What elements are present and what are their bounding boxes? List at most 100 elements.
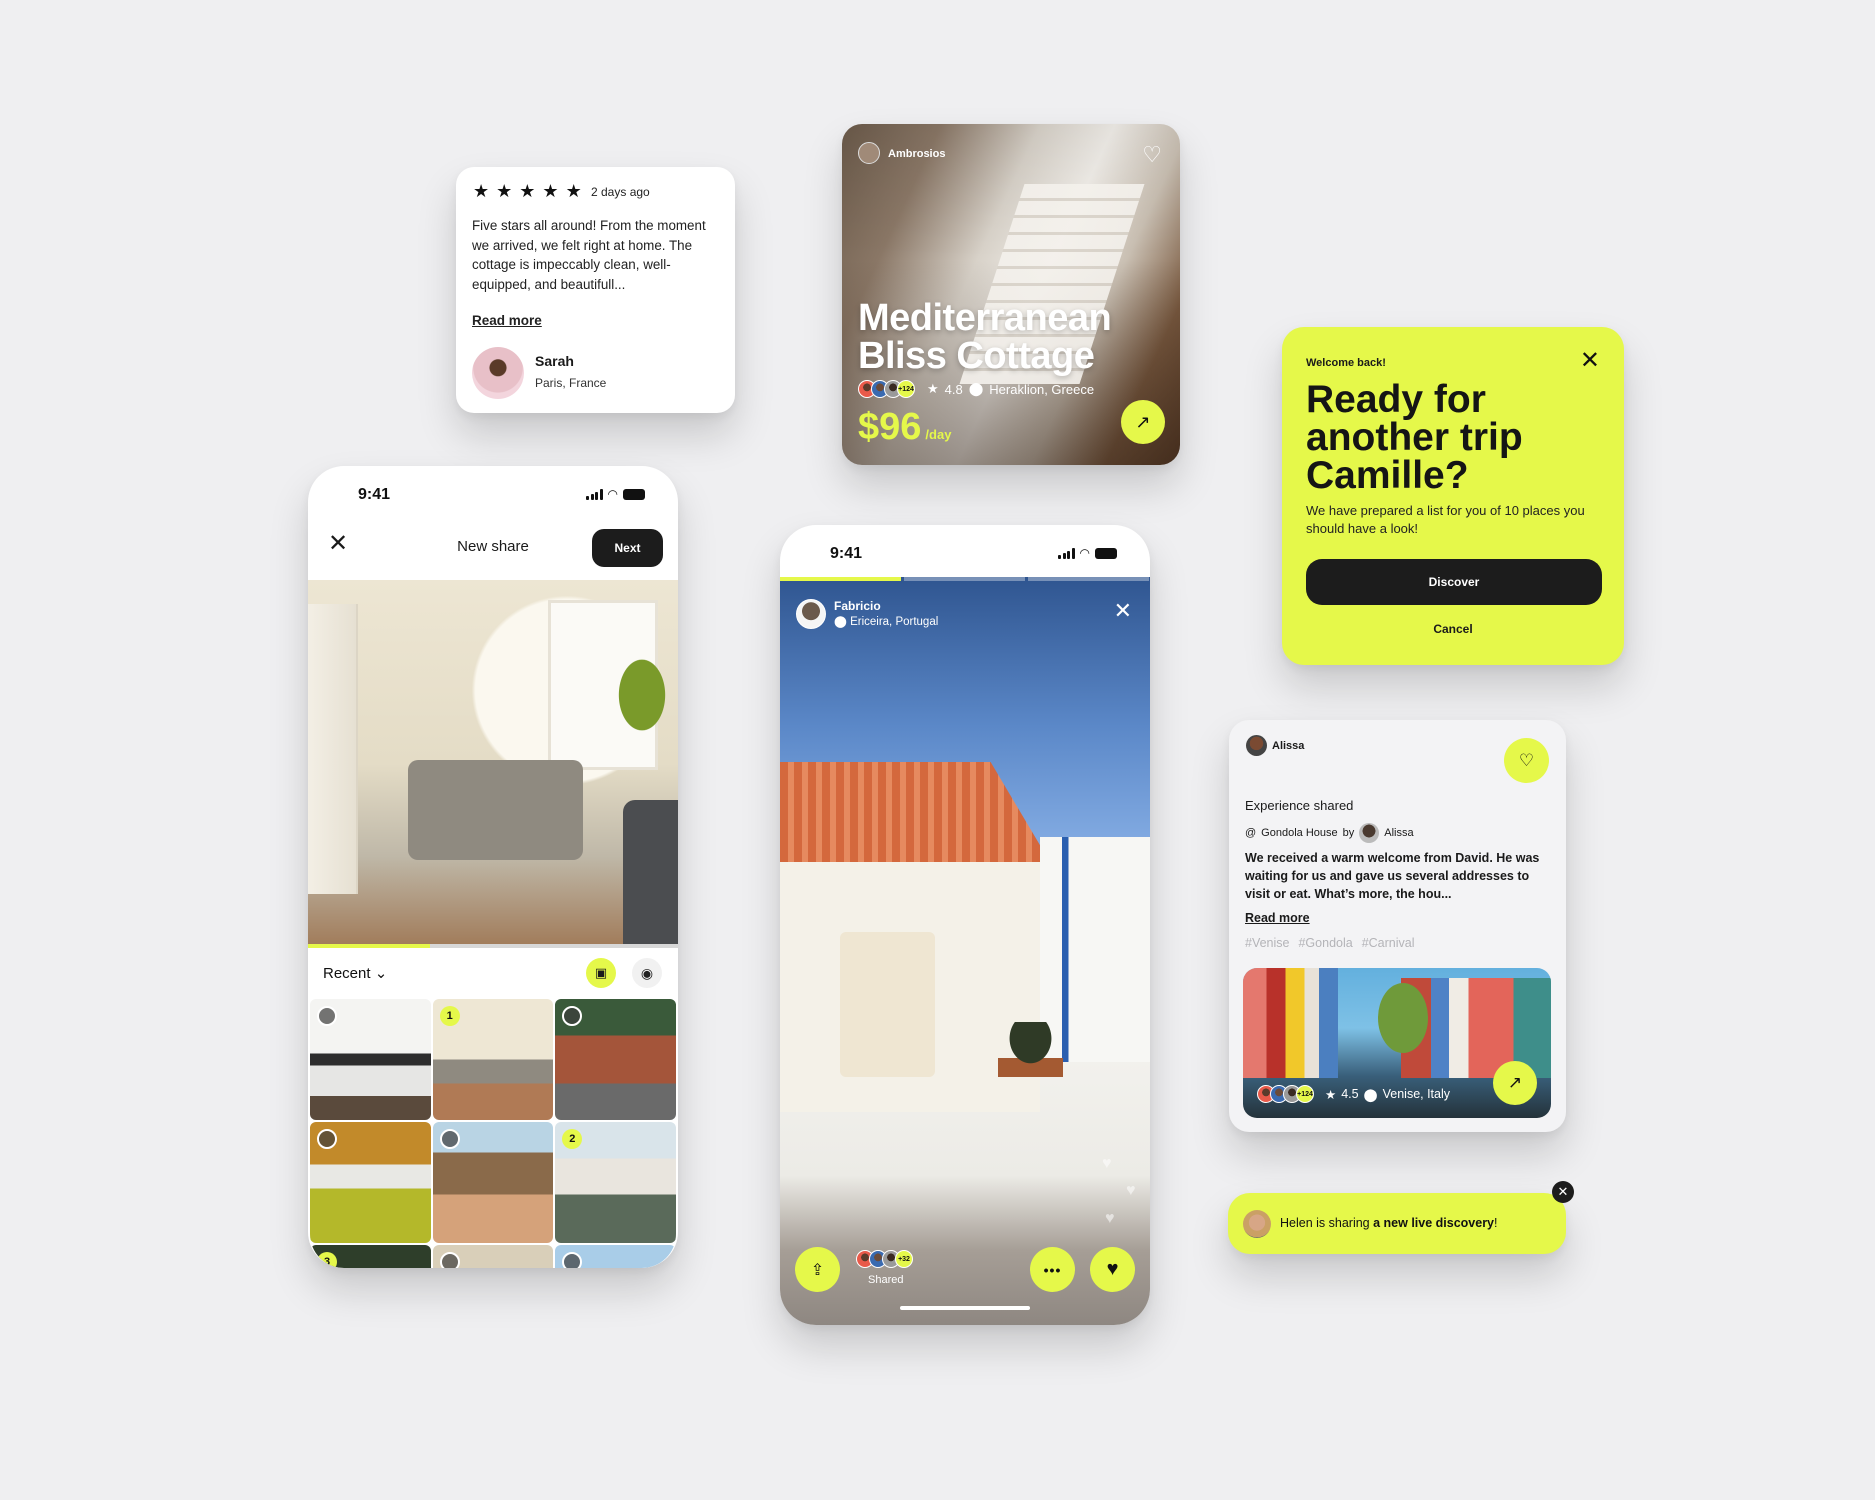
heart-outline-icon[interactable]: ♡ (1142, 144, 1162, 166)
star-icon: ★ (1325, 1087, 1337, 1102)
reviewer-avatar (472, 347, 524, 399)
welcome-eyebrow: Welcome back! (1306, 357, 1386, 369)
close-icon[interactable]: ✕ (1114, 600, 1132, 622)
photo-detail (623, 800, 678, 948)
live-notification-toast[interactable]: Helen is sharing a new live discovery! ✕ (1228, 1181, 1574, 1254)
star-icon: ★ (542, 181, 559, 201)
photo-tile[interactable]: 1 (432, 999, 554, 1120)
status-bar: 9:41 ◠ (780, 525, 1150, 580)
status-icons: ◠ (1058, 547, 1117, 559)
selection-order-badge[interactable]: 3 (317, 1252, 337, 1268)
user-avatar[interactable] (796, 599, 826, 629)
reviewer-location: Paris, France (535, 376, 607, 390)
hashtag[interactable]: #Gondola (1298, 936, 1352, 950)
hashtag[interactable]: #Venise (1245, 936, 1289, 950)
chevron-down-icon: ⌄ (374, 965, 388, 982)
selection-order-badge[interactable]: 1 (439, 1006, 460, 1026)
heart-icon: ♥ (1105, 1210, 1115, 1227)
toast-message: Helen is sharing a new live discovery! (1280, 1216, 1498, 1230)
select-circle[interactable] (317, 1006, 337, 1026)
author-name[interactable]: Alissa (1384, 827, 1413, 839)
camera-button[interactable]: ◉ (632, 958, 662, 988)
photo-detail (408, 760, 583, 860)
experience-card: Alissa ♡ Experience shared @ Gondola Hou… (1229, 720, 1566, 1132)
story-photo (780, 577, 1150, 1325)
listing-card[interactable]: Ambrosios ♡ Mediterranean Bliss Cottage … (842, 124, 1180, 465)
photo-detail (998, 1022, 1063, 1077)
photo-detail (840, 932, 935, 1077)
like-button[interactable]: ♥ (1090, 1247, 1135, 1292)
guest-count-badge: +124 (897, 380, 915, 398)
more-options-button[interactable]: ••• (1030, 1247, 1075, 1292)
map-pin-icon: ⬤ (834, 616, 847, 628)
guest-avatars: +124 (858, 380, 921, 398)
story-segment (904, 577, 1025, 581)
review-time: 2 days ago (591, 185, 650, 199)
home-indicator (900, 1306, 1030, 1310)
photo-detail (618, 640, 678, 750)
star-icon: ★ (927, 381, 939, 396)
story-screen: 9:41 ◠ Fabricio ⬤ Ericeira, Portugal ✕ ♥… (780, 525, 1150, 1325)
discover-button[interactable]: Discover (1306, 559, 1602, 605)
story-location-text: Ericeira, Portugal (850, 616, 939, 628)
photo-tile[interactable] (555, 999, 676, 1120)
open-experience-button[interactable]: ↗ (1493, 1061, 1537, 1105)
user-name: Alissa (1272, 740, 1305, 752)
image-icon: ▣ (594, 965, 608, 980)
gallery-button[interactable]: ▣ (586, 958, 616, 988)
select-circle[interactable] (317, 1129, 337, 1149)
reviewer-name: Sarah (535, 353, 574, 369)
battery-icon (623, 488, 645, 500)
photo-detail (1243, 968, 1338, 1078)
open-listing-button[interactable]: ↗ (1121, 400, 1165, 444)
close-icon[interactable]: ✕ (1580, 349, 1600, 373)
story-location: ⬤ Ericeira, Portugal (834, 614, 938, 628)
price-value: $96 (858, 406, 922, 448)
experience-photo[interactable]: +124 ★ 4.5 ⬤ Venise, Italy ↗ (1243, 968, 1551, 1118)
host-avatar (858, 142, 880, 164)
photo-tile[interactable] (310, 1122, 431, 1243)
place-name[interactable]: Gondola House (1261, 827, 1337, 839)
story-segment (780, 577, 901, 581)
photo-tile[interactable]: 2 (555, 1122, 676, 1243)
share-button[interactable]: ⇪ (795, 1247, 840, 1292)
by-label: by (1342, 827, 1355, 839)
select-circle[interactable] (562, 1252, 583, 1268)
photo-tile[interactable] (310, 999, 431, 1120)
read-more-link[interactable]: Read more (1245, 911, 1310, 925)
shared-avatars[interactable]: +32 (856, 1250, 919, 1268)
photo-tile[interactable]: 3 (310, 1245, 431, 1268)
photo-detail (308, 604, 358, 894)
star-icon: ★ (473, 181, 490, 201)
story-segment (1028, 577, 1149, 581)
photo-tile[interactable] (555, 1245, 676, 1268)
heart-icon: ♥ (1102, 1155, 1112, 1172)
toast-highlight: a new live discovery (1373, 1216, 1495, 1230)
cancel-button[interactable]: Cancel (1282, 622, 1624, 636)
listing-meta: +124 ★ 4.8 ⬤ Heraklion, Greece (858, 380, 1094, 398)
selection-order-badge[interactable]: 2 (562, 1129, 583, 1149)
next-button[interactable]: Next (592, 529, 663, 567)
photo-detail (1378, 983, 1428, 1053)
hashtag[interactable]: #Carnival (1362, 936, 1415, 950)
select-circle[interactable] (562, 1006, 583, 1026)
welcome-subtitle: We have prepared a list for you of 10 pl… (1306, 503, 1585, 536)
battery-icon (1095, 547, 1117, 559)
photo-tile[interactable] (432, 1122, 554, 1243)
selected-photo-preview (308, 580, 678, 948)
select-circle[interactable] (439, 1129, 460, 1149)
select-circle[interactable] (439, 1252, 460, 1268)
star-icon: ★ (519, 181, 536, 201)
arrow-up-right-icon: ↗ (1135, 411, 1151, 432)
read-more-link[interactable]: Read more (472, 313, 542, 328)
star-icon: ★ (565, 181, 582, 201)
photo-tile[interactable] (432, 1245, 554, 1268)
camera-icon: ◉ (640, 964, 654, 981)
wifi-icon: ◠ (607, 487, 618, 501)
album-selector[interactable]: Recent ⌄ (323, 964, 387, 982)
close-icon[interactable]: ✕ (1552, 1181, 1574, 1203)
viewer-count-badge: +32 (895, 1250, 913, 1268)
story-user[interactable]: Fabricio (834, 599, 881, 613)
heart-outline-icon: ♡ (1518, 750, 1535, 770)
favorite-button[interactable]: ♡ (1504, 738, 1549, 783)
